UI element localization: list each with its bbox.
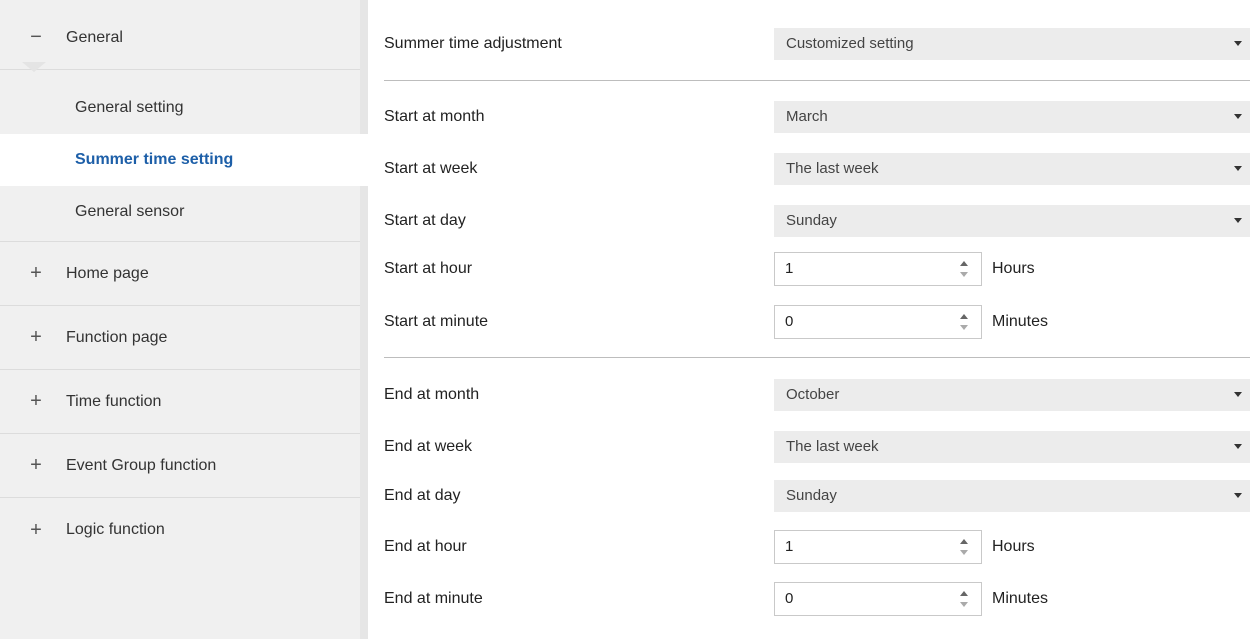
dropdown-value: October [786, 386, 840, 403]
caret-down-icon [1234, 114, 1242, 119]
dropdown-value: The last week [786, 160, 879, 177]
end-day-dropdown[interactable]: Sunday [774, 480, 1250, 512]
sidebar-item-logic-function[interactable]: + Logic function [0, 498, 360, 562]
spinner-arrows-icon[interactable] [959, 259, 969, 279]
param-label: End at minute [384, 590, 483, 607]
sidebar-item-label: Function page [66, 328, 168, 346]
start-day-dropdown[interactable]: Sunday [774, 205, 1250, 237]
dropdown-value: Sunday [786, 212, 837, 229]
end-week-row: End at week The last week [368, 429, 1250, 465]
end-minute-spinbox[interactable]: 0 [774, 582, 982, 616]
sidebar-item-general[interactable]: − General [0, 6, 360, 70]
end-month-dropdown[interactable]: October [774, 379, 1250, 411]
end-hour-spinbox[interactable]: 1 [774, 530, 982, 564]
sidebar-item-summer-time-setting[interactable]: Summer time setting [0, 134, 368, 186]
sidebar-item-label: General [66, 28, 123, 46]
general-subitems: General setting Summer time setting Gene… [0, 78, 368, 242]
spinbox-value: 1 [785, 538, 794, 555]
spinbox-value: 0 [785, 313, 794, 330]
param-label: End at month [384, 386, 480, 403]
end-month-row: End at month October [368, 377, 1250, 413]
param-label: End at week [384, 438, 473, 455]
minus-icon[interactable]: − [26, 26, 46, 49]
caret-down-icon [1234, 444, 1242, 449]
dropdown-value: March [786, 108, 828, 125]
end-hour-row: End at hour 1 Hours [368, 529, 1250, 565]
sidebar-item-home-page[interactable]: + Home page [0, 242, 360, 306]
plus-icon[interactable]: + [26, 454, 46, 477]
param-label: End at hour [384, 538, 467, 555]
dropdown-value: Sunday [786, 487, 837, 504]
param-label: Start at week [384, 160, 478, 177]
arrow-down-icon[interactable] [960, 550, 968, 555]
unit-label: Minutes [992, 590, 1049, 607]
spinbox-value: 1 [785, 260, 794, 277]
start-minute-row: Start at minute 0 Minutes [368, 304, 1250, 340]
arrow-up-icon[interactable] [960, 539, 968, 544]
end-day-row: End at day Sunday [368, 478, 1250, 514]
spinbox-value: 0 [785, 590, 794, 607]
arrow-up-icon[interactable] [960, 261, 968, 266]
param-label: Start at month [384, 108, 485, 125]
sidebar-item-label: General setting [75, 99, 184, 116]
summer-adjustment-dropdown[interactable]: Customized setting [774, 28, 1250, 60]
sidebar-item-time-function[interactable]: + Time function [0, 370, 360, 434]
sidebar-item-function-page[interactable]: + Function page [0, 306, 360, 370]
sidebar-item-label: Time function [66, 392, 162, 410]
plus-icon[interactable]: + [26, 390, 46, 413]
arrow-up-icon[interactable] [960, 591, 968, 596]
caret-down-icon [1234, 166, 1242, 171]
unit-label: Hours [992, 260, 1035, 277]
start-week-row: Start at week The last week [368, 151, 1250, 187]
sidebar: − General General setting Summer time se… [0, 0, 368, 639]
end-minute-row: End at minute 0 Minutes [368, 581, 1250, 617]
end-week-dropdown[interactable]: The last week [774, 431, 1250, 463]
caret-down-icon [1234, 392, 1242, 397]
start-minute-spinbox[interactable]: 0 [774, 305, 982, 339]
start-day-row: Start at day Sunday [368, 203, 1250, 239]
sidebar-item-label: Event Group function [66, 456, 217, 474]
spinner-arrows-icon[interactable] [959, 537, 969, 557]
caret-down-icon [1234, 41, 1242, 46]
summer-adjustment-row: Summer time adjustment Customized settin… [368, 26, 1250, 62]
start-week-dropdown[interactable]: The last week [774, 153, 1250, 185]
param-label: Summer time adjustment [384, 35, 562, 52]
spinner-arrows-icon[interactable] [959, 312, 969, 332]
parameter-panel: Summer time adjustment Customized settin… [368, 0, 1250, 639]
sidebar-item-label: Home page [66, 264, 149, 282]
param-label: End at day [384, 487, 461, 504]
sidebar-item-label: Summer time setting [75, 151, 234, 168]
unit-label: Minutes [992, 313, 1049, 330]
sidebar-item-general-sensor[interactable]: General sensor [0, 186, 360, 238]
param-label: Start at day [384, 212, 466, 229]
expanded-notch-icon [22, 62, 46, 72]
param-label: Start at hour [384, 260, 473, 277]
plus-icon[interactable]: + [26, 519, 46, 542]
start-hour-row: Start at hour 1 Hours [368, 251, 1250, 287]
sidebar-item-label: Logic function [66, 521, 165, 538]
arrow-down-icon[interactable] [960, 602, 968, 607]
caret-down-icon [1234, 493, 1242, 498]
section-divider [384, 80, 1250, 81]
section-divider [384, 357, 1250, 358]
unit-label: Hours [992, 538, 1035, 555]
arrow-down-icon[interactable] [960, 325, 968, 330]
sidebar-item-general-setting[interactable]: General setting [0, 82, 360, 134]
spinner-arrows-icon[interactable] [959, 589, 969, 609]
sidebar-item-label: General sensor [75, 203, 185, 220]
arrow-down-icon[interactable] [960, 272, 968, 277]
dropdown-value: The last week [786, 438, 879, 455]
start-month-row: Start at month March [368, 99, 1250, 135]
plus-icon[interactable]: + [26, 262, 46, 285]
start-hour-spinbox[interactable]: 1 [774, 252, 982, 286]
dropdown-value: Customized setting [786, 35, 914, 52]
sidebar-item-event-group-function[interactable]: + Event Group function [0, 434, 360, 498]
start-month-dropdown[interactable]: March [774, 101, 1250, 133]
plus-icon[interactable]: + [26, 326, 46, 349]
caret-down-icon [1234, 218, 1242, 223]
arrow-up-icon[interactable] [960, 314, 968, 319]
param-label: Start at minute [384, 313, 489, 330]
